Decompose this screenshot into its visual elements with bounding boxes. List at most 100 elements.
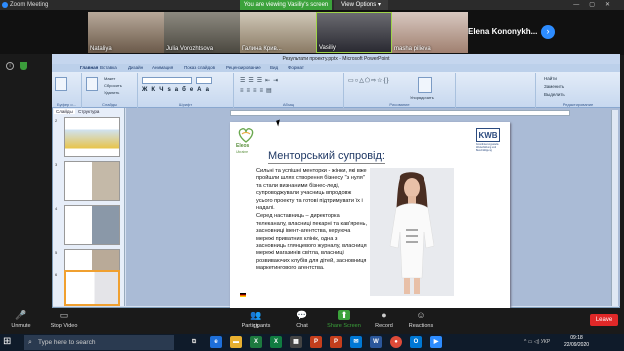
record-icon: ●: [381, 310, 387, 320]
tab-view[interactable]: Вид: [270, 65, 278, 70]
ribbon-tabs: Главная Вставка Дизайн Анимация Показ сл…: [52, 64, 620, 72]
slide-body[interactable]: Сильні та успішні менторки - жінки, які …: [256, 168, 368, 273]
chat-button[interactable]: 💬 Chat: [290, 310, 314, 329]
stop-video-button[interactable]: ▭ Stop Video: [48, 310, 80, 329]
participants-icon: 👥15: [250, 310, 262, 330]
paragraph-icons[interactable]: ☰☰☰⇤⇥: [240, 77, 281, 84]
record-button[interactable]: ● Record: [372, 310, 396, 329]
tab-slides[interactable]: Слайды: [54, 109, 75, 114]
mail-icon[interactable]: ✉: [350, 336, 362, 348]
arrange-button[interactable]: Упорядочить: [410, 95, 434, 100]
ruler: [230, 110, 570, 116]
info-icon[interactable]: i: [6, 62, 14, 70]
tab-format[interactable]: Формат: [288, 65, 304, 70]
outlook-icon[interactable]: O: [410, 336, 422, 348]
video-tile[interactable]: Vasiliy: [316, 12, 392, 53]
calculator-icon[interactable]: ▦: [290, 336, 302, 348]
slide-thumbnail-selected[interactable]: [64, 270, 120, 306]
clock[interactable]: 09:18 22/09/2020: [564, 335, 589, 349]
find-button[interactable]: Найти: [544, 76, 557, 81]
excel-icon[interactable]: X: [250, 336, 262, 348]
system-tray[interactable]: ^ ▭ ◁) УКР: [524, 339, 550, 345]
group-paragraph: ☰☰☰⇤⇥ ≡≡≡≡▤ Абзац: [234, 73, 344, 108]
word-icon[interactable]: W: [370, 336, 382, 348]
layout-button[interactable]: Макет: [104, 76, 115, 81]
chat-icon: 💬: [296, 310, 308, 320]
leave-button[interactable]: Leave: [590, 314, 618, 326]
next-page-icon[interactable]: ›: [541, 25, 555, 39]
tab-design[interactable]: Дизайн: [128, 65, 143, 70]
tab-insert[interactable]: Вставка: [100, 65, 117, 70]
left-margin: [0, 54, 52, 308]
tab-home[interactable]: Главная: [80, 65, 98, 70]
eleos-text: Eleos: [236, 143, 250, 149]
share-screen-icon: ⬆: [338, 310, 350, 320]
tab-slideshow[interactable]: Показ слайдов: [184, 65, 215, 70]
shapes-gallery[interactable]: ▭○△⬠⇨☆{}: [348, 77, 390, 84]
file-explorer-icon[interactable]: ▬: [230, 336, 242, 348]
camera-icon: ▭: [59, 310, 69, 320]
slide-thumbnail[interactable]: [64, 117, 120, 157]
font-name-select[interactable]: [142, 77, 192, 84]
slide-thumbnail[interactable]: [64, 205, 120, 245]
replace-button[interactable]: Заменить: [544, 84, 564, 89]
video-tile[interactable]: masha pilieva: [392, 12, 468, 53]
tab-review[interactable]: Рецензирование: [226, 65, 261, 70]
group-font: ЖКЧsабеАа Шрифт: [138, 73, 234, 108]
unmute-button[interactable]: 🎤 Unmute: [8, 310, 34, 329]
new-slide-icon[interactable]: [86, 77, 98, 91]
share-screen-button[interactable]: ⬆ Share Screen: [326, 310, 362, 329]
slide-paragraph: Сильні та успішні менторки - жінки, які …: [256, 168, 367, 212]
eleos-subtext: Ukraine: [236, 150, 249, 154]
group-slides: Макет Сбросить Удалить Слайды: [82, 73, 138, 108]
group-shape-styles: [456, 73, 536, 108]
reset-button[interactable]: Сбросить: [104, 83, 122, 88]
flag-icon: [240, 293, 246, 297]
video-tile[interactable]: Nataliya: [88, 12, 164, 53]
viewing-banner: You are viewing Vasiliy's screen: [240, 0, 332, 10]
font-style-icons[interactable]: ЖКЧsабеАа: [142, 87, 213, 93]
window-controls[interactable]: —▢✕: [573, 1, 620, 8]
tab-animation[interactable]: Анимация: [152, 65, 173, 70]
font-size-select[interactable]: [196, 77, 212, 84]
powerpoint-icon-2[interactable]: P: [330, 336, 342, 348]
task-view-icon[interactable]: ⧉: [188, 336, 200, 348]
kwb-logo: KWB: [476, 128, 500, 142]
paste-icon[interactable]: [55, 77, 67, 91]
group-editing: Найти Заменить Выделить Редактирование: [544, 76, 594, 107]
kwb-subtext: Koordinierungsstelle Weiterbildung und B…: [476, 143, 499, 152]
view-options-button[interactable]: View Options ▾: [334, 0, 388, 10]
powerpoint-icon[interactable]: P: [310, 336, 322, 348]
align-icons[interactable]: ≡≡≡≡▤: [240, 87, 275, 94]
video-tile[interactable]: Julia Vorozhtsova: [164, 12, 240, 53]
excel-icon-2[interactable]: X: [270, 336, 282, 348]
shield-icon[interactable]: [20, 62, 27, 70]
delete-button[interactable]: Удалить: [104, 90, 119, 95]
select-button[interactable]: Выделить: [544, 92, 565, 97]
woman-photo[interactable]: [370, 168, 454, 296]
group-drawing: ▭○△⬠⇨☆{} Упорядочить Рисование: [344, 73, 456, 108]
arrange-icon[interactable]: [418, 77, 432, 93]
slide-paragraph: Серед наставниць – директорка телеканалу…: [256, 213, 368, 272]
reactions-icon: ☺: [416, 310, 426, 320]
ppt-title: Результати проекту.pptx - Microsoft Powe…: [52, 54, 620, 64]
taskbar-search-input[interactable]: ⌕ Type here to search: [24, 335, 174, 350]
zoom-taskbar-icon[interactable]: ▶: [430, 336, 442, 348]
video-tile[interactable]: Галина Крив...: [240, 12, 316, 53]
eleos-logo-icon: [238, 128, 254, 143]
reactions-button[interactable]: ☺ Reactions: [406, 310, 436, 329]
edge-icon[interactable]: e: [210, 336, 222, 348]
active-speaker-name: Elena Kononykh...: [468, 27, 538, 36]
slide-thumbnail[interactable]: [64, 161, 120, 201]
group-clipboard: Буфер о...: [52, 73, 82, 108]
chrome-icon[interactable]: ●: [390, 336, 402, 348]
search-icon: ⌕: [28, 339, 32, 346]
window-title: Zoom Meeting: [10, 2, 49, 8]
tab-outline[interactable]: Структура: [76, 109, 101, 114]
slide-title[interactable]: Менторський супровід:: [268, 150, 385, 164]
participants-button[interactable]: 👥15 Participants: [238, 310, 274, 330]
vertical-scrollbar[interactable]: [611, 110, 618, 306]
pane-tabs: Слайды Структура: [54, 109, 101, 114]
zoom-logo-icon: [2, 2, 8, 8]
windows-start-icon[interactable]: ⊞: [3, 336, 11, 347]
